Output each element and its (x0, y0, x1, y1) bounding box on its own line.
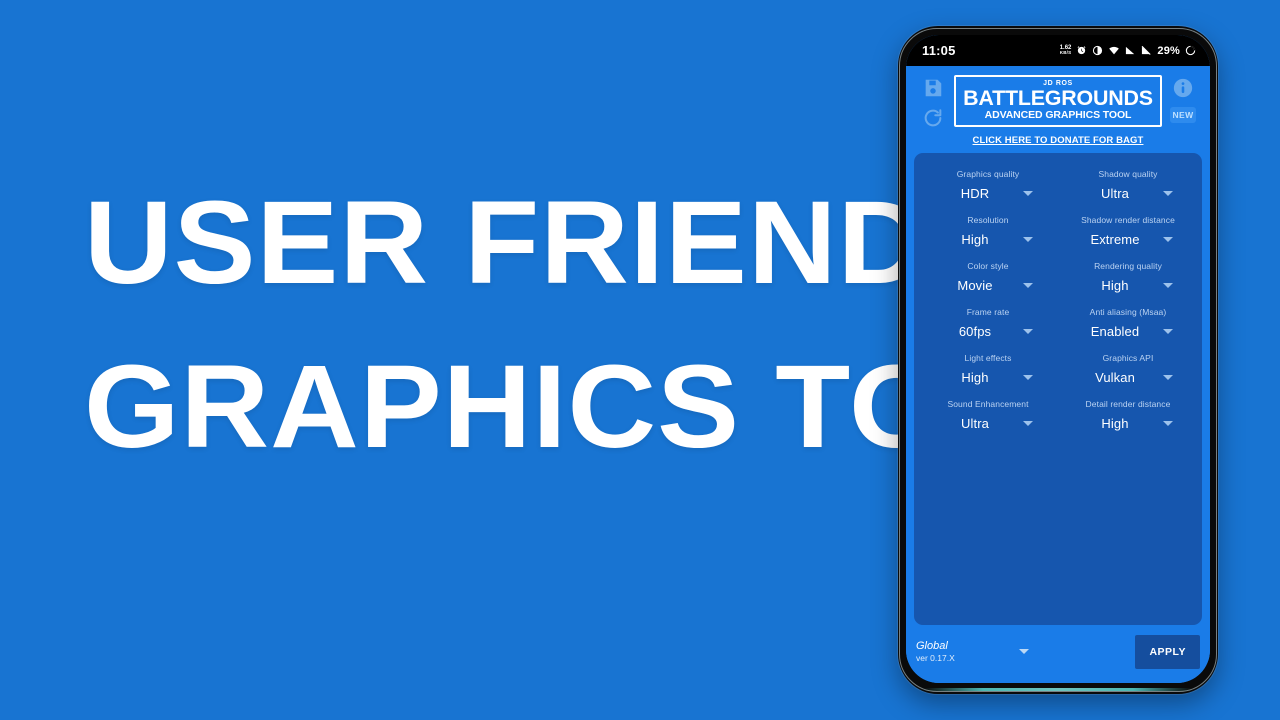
setting-dropdown[interactable]: High (1062, 275, 1194, 301)
setting-shadow-quality: Shadow quality Ultra (1058, 163, 1198, 209)
save-icon[interactable] (922, 77, 944, 99)
battery-percent: 29% (1157, 44, 1180, 57)
profile-name: Global (916, 639, 948, 652)
setting-label: Color style (967, 261, 1009, 271)
setting-label: Rendering quality (1094, 261, 1162, 271)
alarm-icon (1076, 45, 1087, 56)
setting-value: Vulkan (1095, 370, 1135, 385)
setting-light-effects: Light effects High (918, 347, 1058, 393)
profile-selector[interactable]: Global ver 0.17.X (916, 640, 1135, 665)
setting-label: Graphics quality (956, 169, 1020, 179)
new-badge[interactable]: NEW (1170, 107, 1196, 123)
status-bar-clock: 11:05 (922, 43, 956, 58)
app-footer: Global ver 0.17.X APPLY (906, 625, 1210, 683)
profile-version: ver 0.17.X (916, 653, 955, 664)
chevron-down-icon (1023, 283, 1033, 288)
setting-frame-rate: Frame rate 60fps (918, 301, 1058, 347)
setting-resolution: Resolution High (918, 209, 1058, 255)
setting-value: HDR (960, 186, 990, 201)
network-speed-unit: KB/S (1059, 50, 1072, 56)
app-logo: JD ROS BATTLEGROUNDS ADVANCED GRAPHICS T… (954, 75, 1162, 128)
chevron-down-icon (1023, 191, 1033, 196)
setting-label: Detail render distance (1085, 399, 1171, 409)
app-logo-tagline: ADVANCED GRAPHICS TOOL (984, 109, 1132, 122)
app-logo-title: BATTLEGROUNDS (963, 86, 1153, 110)
setting-anti-aliasing: Anti aliasing (Msaa) Enabled (1058, 301, 1198, 347)
setting-value: High (961, 370, 989, 385)
setting-value: Movie (957, 278, 993, 293)
chevron-down-icon (1163, 283, 1173, 288)
setting-dropdown[interactable]: High (1062, 413, 1194, 439)
setting-dropdown[interactable]: Vulkan (1062, 367, 1194, 393)
profile-texts: Global ver 0.17.X (916, 640, 955, 665)
promo-headline-line-1: USER FRIENDLY (84, 177, 1075, 309)
do-not-disturb-icon (1092, 45, 1103, 56)
setting-label: Shadow render distance (1081, 215, 1175, 225)
chevron-down-icon (1163, 421, 1173, 426)
header-right-actions: NEW (1166, 73, 1200, 123)
setting-dropdown[interactable]: High (922, 229, 1054, 255)
header-left-actions (916, 73, 950, 129)
chevron-down-icon (1023, 329, 1033, 334)
setting-color-style: Color style Movie (918, 255, 1058, 301)
setting-dropdown[interactable]: Ultra (922, 413, 1054, 439)
setting-dropdown[interactable]: Movie (922, 275, 1054, 301)
setting-value: Ultra (961, 416, 989, 431)
chevron-down-icon (1163, 191, 1173, 196)
setting-shadow-render-distance: Shadow render distance Extreme (1058, 209, 1198, 255)
settings-panel: Graphics quality HDR Shadow quality Ultr… (914, 153, 1202, 625)
setting-label: Anti aliasing (Msaa) (1089, 307, 1167, 317)
setting-graphics-quality: Graphics quality HDR (918, 163, 1058, 209)
setting-dropdown[interactable]: HDR (922, 183, 1054, 209)
info-icon[interactable] (1172, 77, 1194, 99)
setting-value: High (1101, 416, 1129, 431)
promo-headline: USER FRIENDLY GRAPHICS TOOL (84, 184, 1117, 467)
setting-graphics-api: Graphics API Vulkan (1058, 347, 1198, 393)
promo-banner: USER FRIENDLY GRAPHICS TOOL 11:05 1.62 K… (0, 0, 1280, 720)
chevron-down-icon (1163, 329, 1173, 334)
settings-grid: Graphics quality HDR Shadow quality Ultr… (918, 163, 1198, 439)
promo-headline-line-2: GRAPHICS TOOL (84, 341, 1119, 474)
chevron-down-icon (1023, 237, 1033, 242)
network-speed-indicator: 1.62 KB/S (1060, 45, 1072, 56)
signal-icon (1125, 45, 1136, 56)
setting-value: High (961, 232, 989, 247)
settings-panel-wrapper: Graphics quality HDR Shadow quality Ultr… (906, 153, 1210, 625)
chevron-down-icon (1023, 375, 1033, 380)
apply-button[interactable]: APPLY (1135, 635, 1200, 669)
phone-mockup: 11:05 1.62 KB/S 29% JD ROS BATTLEGROUNDS… (898, 26, 1218, 694)
setting-dropdown[interactable]: Enabled (1062, 321, 1194, 347)
setting-label: Frame rate (966, 307, 1010, 317)
setting-value: Enabled (1090, 324, 1140, 339)
wifi-icon (1108, 45, 1120, 56)
setting-value: Ultra (1101, 186, 1129, 201)
setting-dropdown[interactable]: Extreme (1062, 229, 1194, 255)
setting-sound-enhancement: Sound Enhancement Ultra (918, 393, 1058, 439)
chevron-down-icon (1163, 237, 1173, 242)
setting-dropdown[interactable]: High (922, 367, 1054, 393)
chevron-down-icon (1023, 421, 1033, 426)
status-bar: 11:05 1.62 KB/S 29% (906, 35, 1210, 66)
refresh-icon[interactable] (922, 107, 944, 129)
setting-value: High (1101, 278, 1129, 293)
status-bar-icons: 1.62 KB/S 29% (1060, 45, 1196, 57)
setting-value: Extreme (1090, 232, 1140, 247)
donate-link[interactable]: CLICK HERE TO DONATE FOR BAGT (906, 129, 1210, 153)
setting-detail-render-distance: Detail render distance High (1058, 393, 1198, 439)
battery-icon (1185, 45, 1196, 56)
chevron-down-icon (1163, 375, 1173, 380)
setting-dropdown[interactable]: Ultra (1062, 183, 1194, 209)
setting-dropdown[interactable]: 60fps (922, 321, 1054, 347)
phone-screen: 11:05 1.62 KB/S 29% JD ROS BATTLEGROUNDS… (906, 35, 1210, 683)
setting-label: Shadow quality (1098, 169, 1158, 179)
signal-mute-icon (1141, 45, 1152, 56)
setting-label: Resolution (967, 215, 1009, 225)
setting-value: 60fps (958, 324, 992, 339)
setting-rendering-quality: Rendering quality High (1058, 255, 1198, 301)
app-header: JD ROS BATTLEGROUNDS ADVANCED GRAPHICS T… (906, 66, 1210, 129)
chevron-down-icon (1018, 649, 1029, 655)
setting-label: Light effects (964, 353, 1012, 363)
setting-label: Sound Enhancement (947, 399, 1029, 409)
setting-label: Graphics API (1102, 353, 1154, 363)
